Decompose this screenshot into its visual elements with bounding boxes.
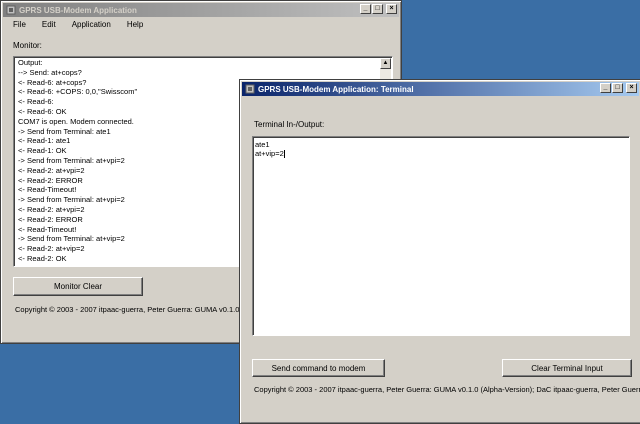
menu-application[interactable]: Application	[64, 18, 119, 31]
app-icon	[6, 5, 16, 15]
terminal-title-bar[interactable]: GPRS USB-Modem Application: Terminal _ □…	[242, 82, 639, 96]
terminal-line: at+vip=2	[255, 149, 285, 159]
minimize-icon[interactable]: _	[360, 4, 371, 14]
terminal-copyright: Copyright © 2003 - 2007 itpaac-guerra, P…	[254, 385, 640, 394]
main-window-title: GPRS USB-Modem Application	[19, 5, 137, 15]
close-icon[interactable]: ×	[386, 4, 397, 14]
menu-help[interactable]: Help	[119, 18, 151, 31]
scroll-up-icon[interactable]: ▲	[380, 58, 391, 69]
monitor-label: Monitor:	[13, 41, 42, 50]
app-icon	[245, 84, 255, 94]
output-line: --> Send: at+cops?	[18, 67, 82, 77]
terminal-window: GPRS USB-Modem Application: Terminal _ □…	[239, 79, 640, 424]
main-title-bar[interactable]: GPRS USB-Modem Application _ □ ×	[3, 3, 399, 17]
terminal-textarea[interactable]: ate1 at+vip=2	[252, 136, 630, 336]
main-copyright: Copyright © 2003 - 2007 itpaac-guerra, P…	[15, 305, 251, 314]
menu-file[interactable]: File	[5, 18, 34, 31]
maximize-icon[interactable]: □	[372, 4, 383, 14]
terminal-label: Terminal In-/Output:	[254, 120, 325, 129]
monitor-clear-button[interactable]: Monitor Clear	[13, 277, 143, 296]
send-command-button[interactable]: Send command to modem	[252, 359, 385, 377]
minimize-icon[interactable]: _	[600, 83, 611, 93]
maximize-icon[interactable]: □	[612, 83, 623, 93]
menu-edit[interactable]: Edit	[34, 18, 64, 31]
close-icon[interactable]: ×	[626, 83, 637, 93]
terminal-window-title: GPRS USB-Modem Application: Terminal	[258, 84, 414, 94]
text-caret	[283, 150, 285, 159]
menu-bar: File Edit Application Help	[5, 18, 151, 31]
terminal-line: ate1	[255, 140, 270, 149]
output-line: Output:	[18, 58, 43, 67]
clear-terminal-button[interactable]: Clear Terminal Input	[502, 359, 632, 377]
